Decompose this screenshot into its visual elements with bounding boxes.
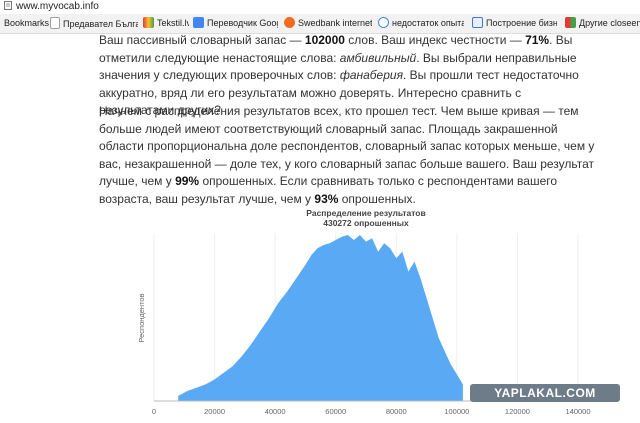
page-icon <box>50 17 60 29</box>
text-segment: Ваш пассивный словарный запас — <box>99 33 305 47</box>
fake-word: амбивильный <box>339 50 417 65</box>
translate-icon <box>193 17 204 28</box>
bookmark-label: Другие closeenable <box>579 18 640 28</box>
text-segment: опрошенных. <box>338 191 416 206</box>
distribution-area <box>178 235 463 401</box>
bookmark-swedbank[interactable]: Swedbank internetba <box>284 17 372 30</box>
bookmark-label: Предавател Българ <box>63 19 138 29</box>
bookmark-google-translate[interactable]: Переводчик Google <box>193 17 278 30</box>
url-text[interactable]: www.myvocab.info <box>16 1 99 12</box>
bookmark-label: Переводчик Google <box>207 18 278 28</box>
x-tick-label: 140000 <box>565 407 590 416</box>
bookmark-other[interactable]: Другие closeenable <box>565 17 640 30</box>
x-tick-label: 60000 <box>325 407 346 416</box>
google-icon <box>378 17 389 28</box>
chart-subtitle: 430272 опрошенных <box>323 218 409 228</box>
x-tick-label: 100000 <box>444 407 469 416</box>
bookmark-nedostatok[interactable]: недостаток опыта - <box>378 17 464 30</box>
y-axis-label: Респондентов <box>137 293 146 342</box>
bookmark-predavatel[interactable]: Предавател Българ <box>50 17 138 30</box>
bookmark-label: Tekstil.lv <box>157 18 189 28</box>
text-segment: слов. Ваш индекс честности — <box>344 33 526 47</box>
x-tick-label: 20000 <box>204 407 225 416</box>
watermark-text: YAPLAKAL.COM <box>494 386 596 400</box>
x-axis-ticks: 0 20000 40000 60000 80000 100000 120000 140000 <box>152 407 591 416</box>
x-tick-label: 40000 <box>265 407 286 416</box>
bookmark-label: Построение бизнес <box>486 18 557 28</box>
percent-all: 99% <box>175 174 200 188</box>
swedbank-icon <box>284 17 295 28</box>
chart-title: Распределение результатов <box>306 208 425 218</box>
bookmark-label: Swedbank internetba <box>298 18 372 28</box>
vocab-size: 102000 <box>304 33 345 47</box>
page-icon <box>472 17 483 28</box>
honesty-index: 71% <box>525 33 550 47</box>
bookmark-label: Bookmarks <box>4 18 50 28</box>
tekstil-icon <box>143 17 154 28</box>
bookmark-label: недостаток опыта - <box>392 18 464 28</box>
bookmark-postroenie[interactable]: Построение бизнес <box>472 17 557 30</box>
wrong-word: фанаберия <box>339 68 403 82</box>
watermark: YAPLAKAL.COM <box>470 384 620 402</box>
bookmarks-bar: Bookmarks Предавател Българ Tekstil.lv П… <box>0 14 640 34</box>
bookmark-tekstil[interactable]: Tekstil.lv <box>143 17 189 30</box>
folder-icon <box>565 17 576 28</box>
percent-age: 93% <box>314 191 339 206</box>
bookmark-bookmarks[interactable]: Bookmarks <box>4 17 54 30</box>
x-tick-label: 0 <box>152 407 156 416</box>
page-info-icon[interactable] <box>4 1 12 10</box>
x-tick-label: 80000 <box>386 407 407 416</box>
distribution-paragraph: Начнем с распределения результатов всех,… <box>99 103 597 208</box>
x-tick-label: 120000 <box>505 407 530 416</box>
address-bar[interactable]: www.myvocab.info <box>0 0 640 14</box>
